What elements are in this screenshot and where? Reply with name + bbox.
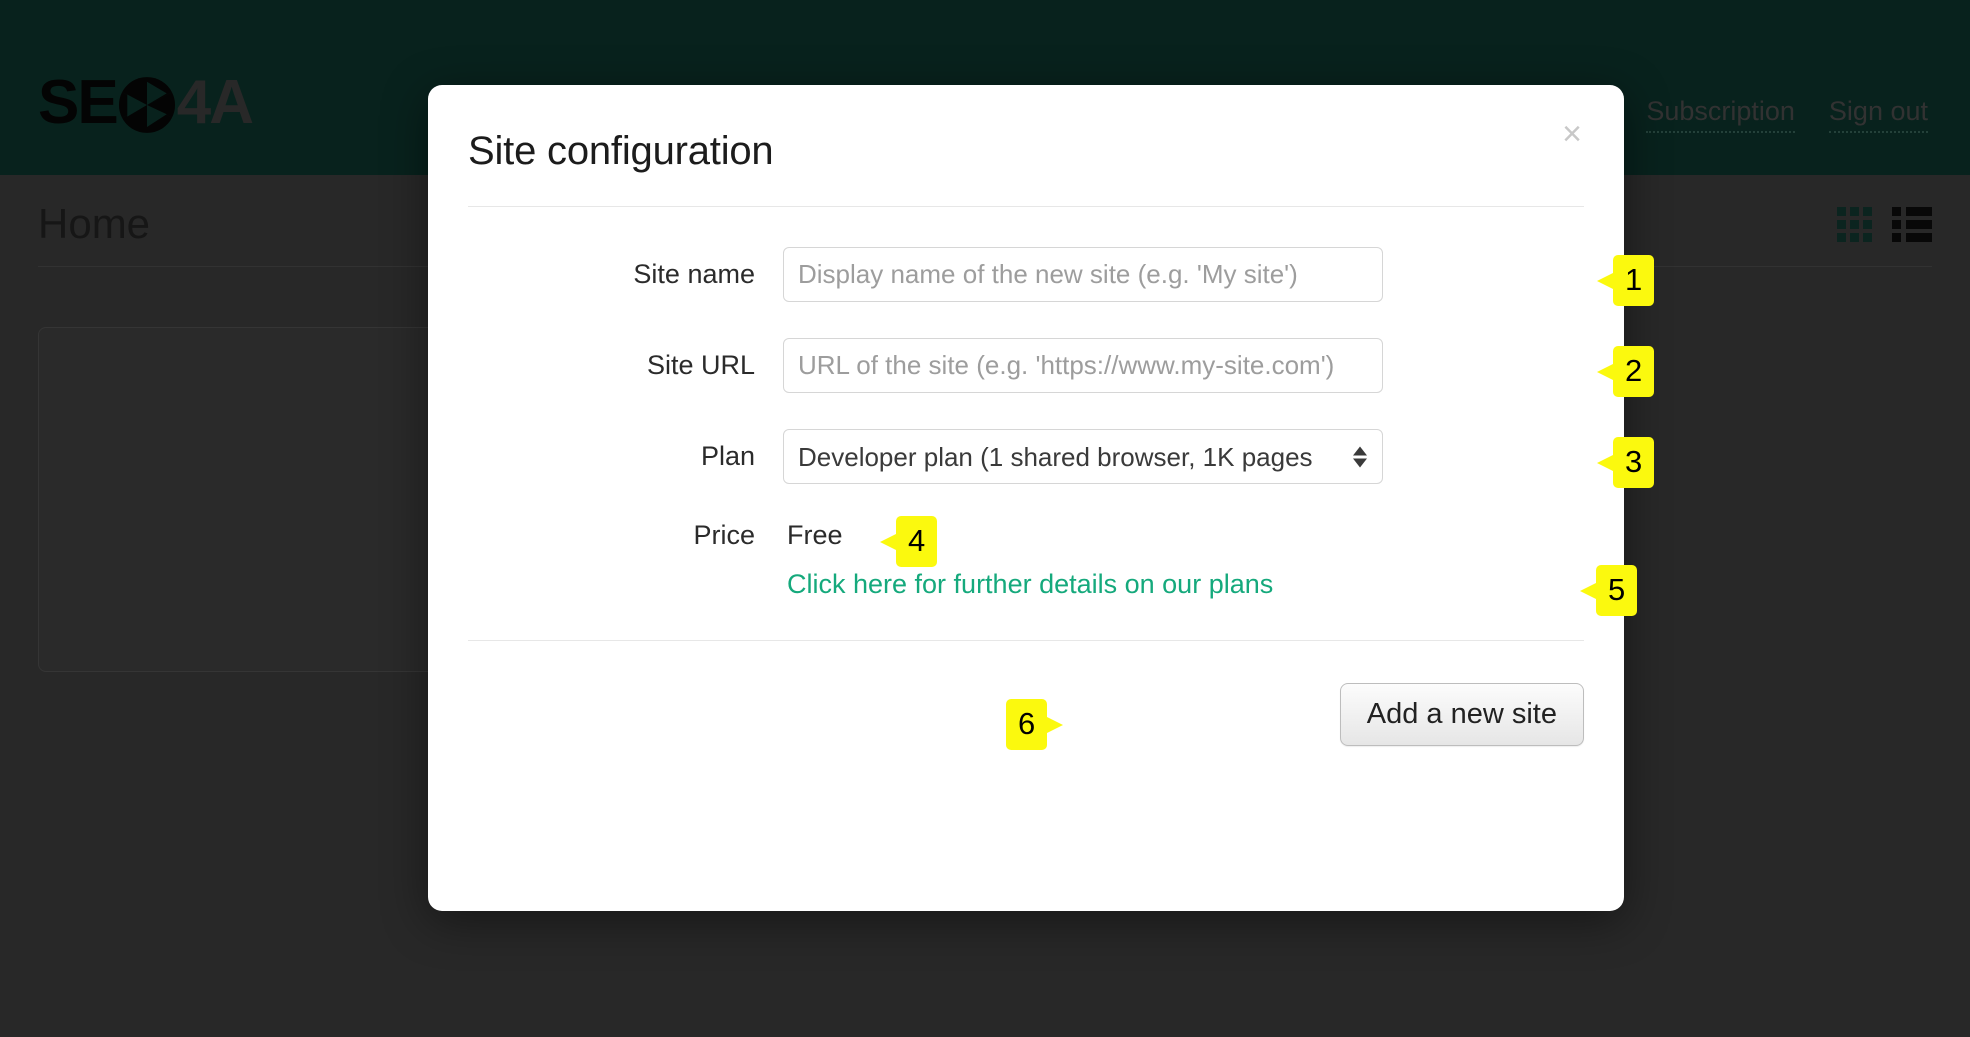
plan-select[interactable]: Developer plan (1 shared browser, 1K pag…: [783, 429, 1383, 484]
annotation-marker-6: 6: [1006, 699, 1064, 750]
price-label: Price: [693, 520, 755, 550]
modal-body: Site name 1 Site URL 2 Plan Developer pl…: [428, 207, 1655, 616]
annotation-marker-1: 1: [1596, 255, 1655, 306]
annotation-marker-2: 2: [1596, 346, 1655, 397]
form-row-site-name: Site name 1: [428, 247, 1655, 306]
annotation-marker-5: 5: [1579, 565, 1638, 616]
form-row-site-url: Site URL 2: [428, 338, 1655, 397]
site-configuration-modal: Site configuration × Site name 1 Site UR…: [428, 85, 1655, 911]
annotation-marker-4: 4: [879, 516, 938, 567]
modal-header: Site configuration ×: [428, 85, 1624, 207]
plans-link-row: Click here for further details on our pl…: [428, 565, 1638, 616]
form-row-price: Price Free 4: [428, 516, 1584, 567]
site-url-label: Site URL: [646, 350, 755, 380]
form-row-plan: Plan Developer plan (1 shared browser, 1…: [428, 429, 1655, 488]
modal-footer: 6 Add a new site: [428, 641, 1624, 750]
site-name-label: Site name: [633, 259, 755, 289]
modal-header-divider: [468, 206, 1584, 207]
plan-select-wrap: Developer plan (1 shared browser, 1K pag…: [783, 429, 1383, 484]
close-icon[interactable]: ×: [1562, 117, 1582, 151]
app-root: SE 4A Subscription Sign out Home Site co…: [0, 0, 1970, 1037]
price-value: Free: [787, 520, 843, 550]
annotation-marker-3: 3: [1596, 437, 1655, 488]
site-url-input[interactable]: [783, 338, 1383, 393]
site-name-input[interactable]: [783, 247, 1383, 302]
modal-title: Site configuration: [468, 129, 774, 173]
plan-label: Plan: [700, 441, 755, 471]
plans-details-link[interactable]: Click here for further details on our pl…: [783, 569, 1273, 600]
add-new-site-button[interactable]: Add a new site: [1339, 683, 1584, 746]
